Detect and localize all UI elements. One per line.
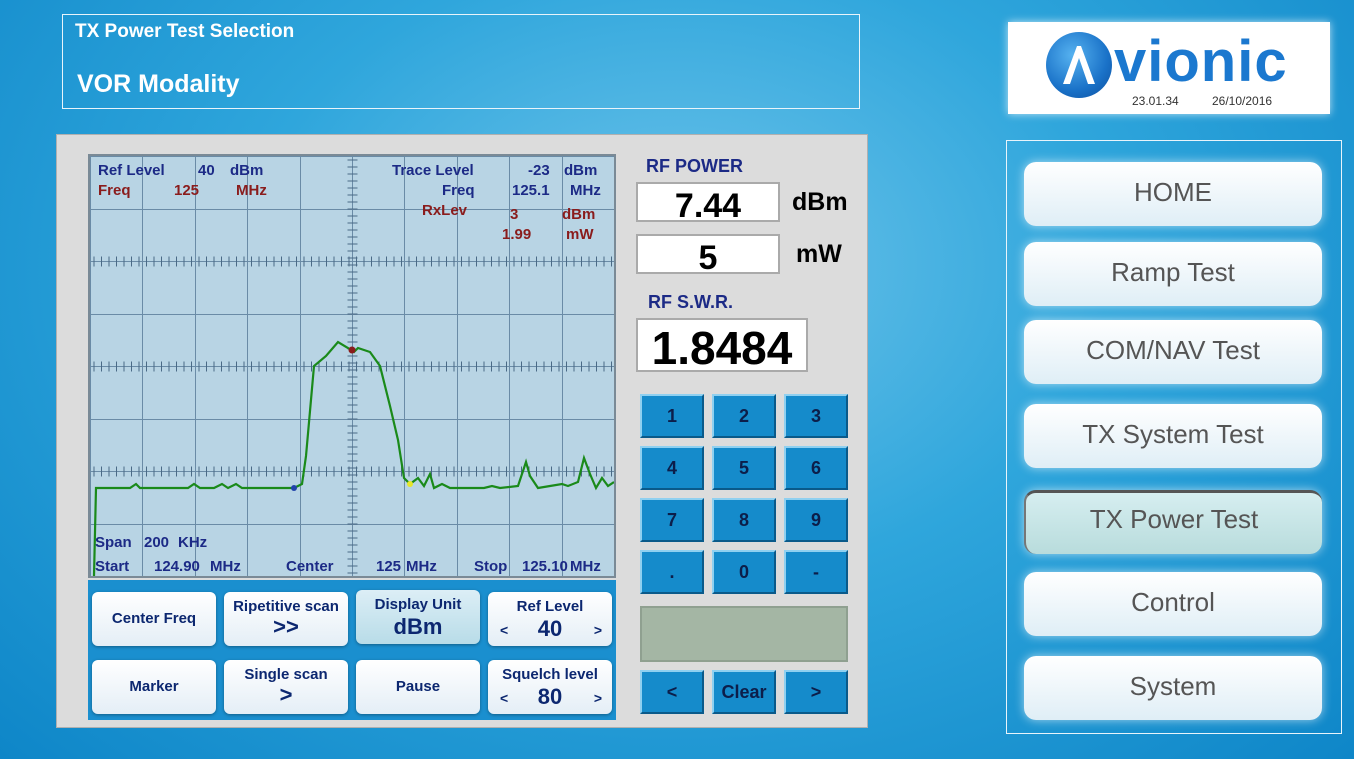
squelch-level-increase[interactable]: >	[594, 690, 602, 706]
pause-button[interactable]: Pause	[356, 660, 480, 714]
rf-power-label: RF POWER	[646, 156, 743, 176]
ref-level-value: 40	[198, 162, 215, 179]
modality-title: VOR Modality	[77, 70, 240, 98]
key-4[interactable]: 4	[640, 446, 704, 490]
freq-label: Freq	[98, 182, 131, 199]
center-freq-label: Center Freq	[111, 610, 197, 627]
clock-time: 23.01.34	[1132, 94, 1179, 108]
key-6[interactable]: 6	[784, 446, 848, 490]
single-scan-symbol: >	[279, 682, 293, 707]
avionic-logo: vionic 23.01.34 26/10/2016	[1008, 22, 1330, 114]
keypad-entry-display	[640, 606, 848, 662]
single-scan-label: Single scan	[244, 666, 328, 683]
center-unit: MHz	[406, 558, 437, 575]
span-value: 200	[144, 534, 170, 551]
freq-value: 125	[174, 182, 200, 199]
start-label: Start	[95, 558, 130, 575]
mw-unit: mW	[796, 240, 842, 268]
nav-control[interactable]: Control	[1024, 572, 1322, 636]
dbm-unit: dBm	[792, 188, 848, 216]
squelch-level-button[interactable]: Squelch level < 80 >	[488, 660, 612, 714]
rxlev-value: 3	[510, 206, 519, 223]
key-minus[interactable]: -	[784, 550, 848, 594]
trace-level-value: -23	[528, 162, 550, 179]
nav-system[interactable]: System	[1024, 656, 1322, 720]
peak-marker	[348, 346, 356, 354]
pause-label: Pause	[395, 678, 441, 695]
marker-button[interactable]: Marker	[92, 660, 216, 714]
display-unit-value: dBm	[393, 614, 443, 639]
ripetitive-scan-button[interactable]: Ripetitive scan >>	[224, 592, 348, 646]
rf-power-mw-value: 5	[636, 234, 780, 277]
swr-value: 1.8484	[636, 318, 808, 374]
left-marker	[291, 485, 297, 491]
single-scan-button[interactable]: Single scan >	[224, 660, 348, 714]
ref-level-unit: dBm	[230, 162, 264, 179]
trace-freq-label: Freq	[442, 182, 475, 199]
key-1[interactable]: 1	[640, 394, 704, 438]
freq-unit: MHz	[236, 182, 267, 199]
right-marker	[407, 481, 413, 487]
rxlev-unit: dBm	[562, 206, 596, 223]
key-0[interactable]: 0	[712, 550, 776, 594]
trace-level-label: Trace Level	[392, 162, 474, 179]
rxlev-mw-value: 1.99	[502, 226, 532, 243]
stop-unit: MHz	[570, 558, 601, 575]
clock-date: 26/10/2016	[1212, 94, 1273, 108]
spectrum-display: Ref Level 40 dBm Freq 125 MHz Trace Leve…	[88, 154, 616, 578]
nav-tx-power-test[interactable]: TX Power Test	[1024, 490, 1322, 554]
span-unit: KHz	[178, 534, 208, 551]
ripetitive-scan-label: Ripetitive scan	[233, 598, 339, 615]
ref-level-increase[interactable]: >	[594, 622, 602, 638]
trace-level-unit: dBm	[564, 162, 598, 179]
marker-label: Marker	[129, 678, 179, 695]
nav-com-nav-test[interactable]: COM/NAV Test	[1024, 320, 1322, 384]
key-right-arrow[interactable]: >	[784, 670, 848, 714]
key-9[interactable]: 9	[784, 498, 848, 542]
display-unit-label: Display Unit	[374, 596, 462, 613]
clear-button[interactable]: Clear	[712, 670, 776, 714]
key-7[interactable]: 7	[640, 498, 704, 542]
rf-power-dbm-value: 7.44	[636, 182, 780, 225]
ref-level-button[interactable]: Ref Level < 40 >	[488, 592, 612, 646]
swr-label: RF S.W.R.	[648, 292, 733, 312]
logo-brand: vionic	[1114, 29, 1288, 94]
stop-label: Stop	[474, 558, 508, 575]
key-left-arrow[interactable]: <	[640, 670, 704, 714]
trace-freq-value: 125.1	[512, 182, 550, 199]
ref-level-button-label: Ref Level	[516, 598, 584, 615]
spectrum-graticule	[90, 156, 614, 576]
ref-level-label: Ref Level	[98, 162, 165, 179]
ripetitive-scan-symbol: >>	[273, 614, 299, 639]
key-5[interactable]: 5	[712, 446, 776, 490]
key-dot[interactable]: .	[640, 550, 704, 594]
rxlev-label: RxLev	[422, 202, 468, 219]
logo-a-icon	[1046, 32, 1112, 98]
span-label: Span	[95, 534, 132, 551]
center-label: Center	[286, 558, 334, 575]
start-unit: MHz	[210, 558, 241, 575]
key-2[interactable]: 2	[712, 394, 776, 438]
selection-title: TX Power Test Selection	[75, 21, 295, 42]
test-selection-header: TX Power Test Selection VOR Modality	[62, 14, 860, 109]
key-8[interactable]: 8	[712, 498, 776, 542]
nav-ramp-test[interactable]: Ramp Test	[1024, 242, 1322, 306]
rxlev-mw-unit: mW	[566, 226, 594, 243]
squelch-level-label: Squelch level	[502, 666, 598, 683]
trace-freq-unit: MHz	[570, 182, 601, 199]
center-value: 125	[376, 558, 402, 575]
nav-home[interactable]: HOME	[1024, 162, 1322, 226]
stop-value: 125.10	[522, 558, 568, 575]
center-freq-button[interactable]: Center Freq	[92, 592, 216, 646]
display-unit-button[interactable]: Display Unit dBm	[356, 590, 480, 644]
key-3[interactable]: 3	[784, 394, 848, 438]
nav-tx-system-test[interactable]: TX System Test	[1024, 404, 1322, 468]
start-value: 124.90	[154, 558, 200, 575]
